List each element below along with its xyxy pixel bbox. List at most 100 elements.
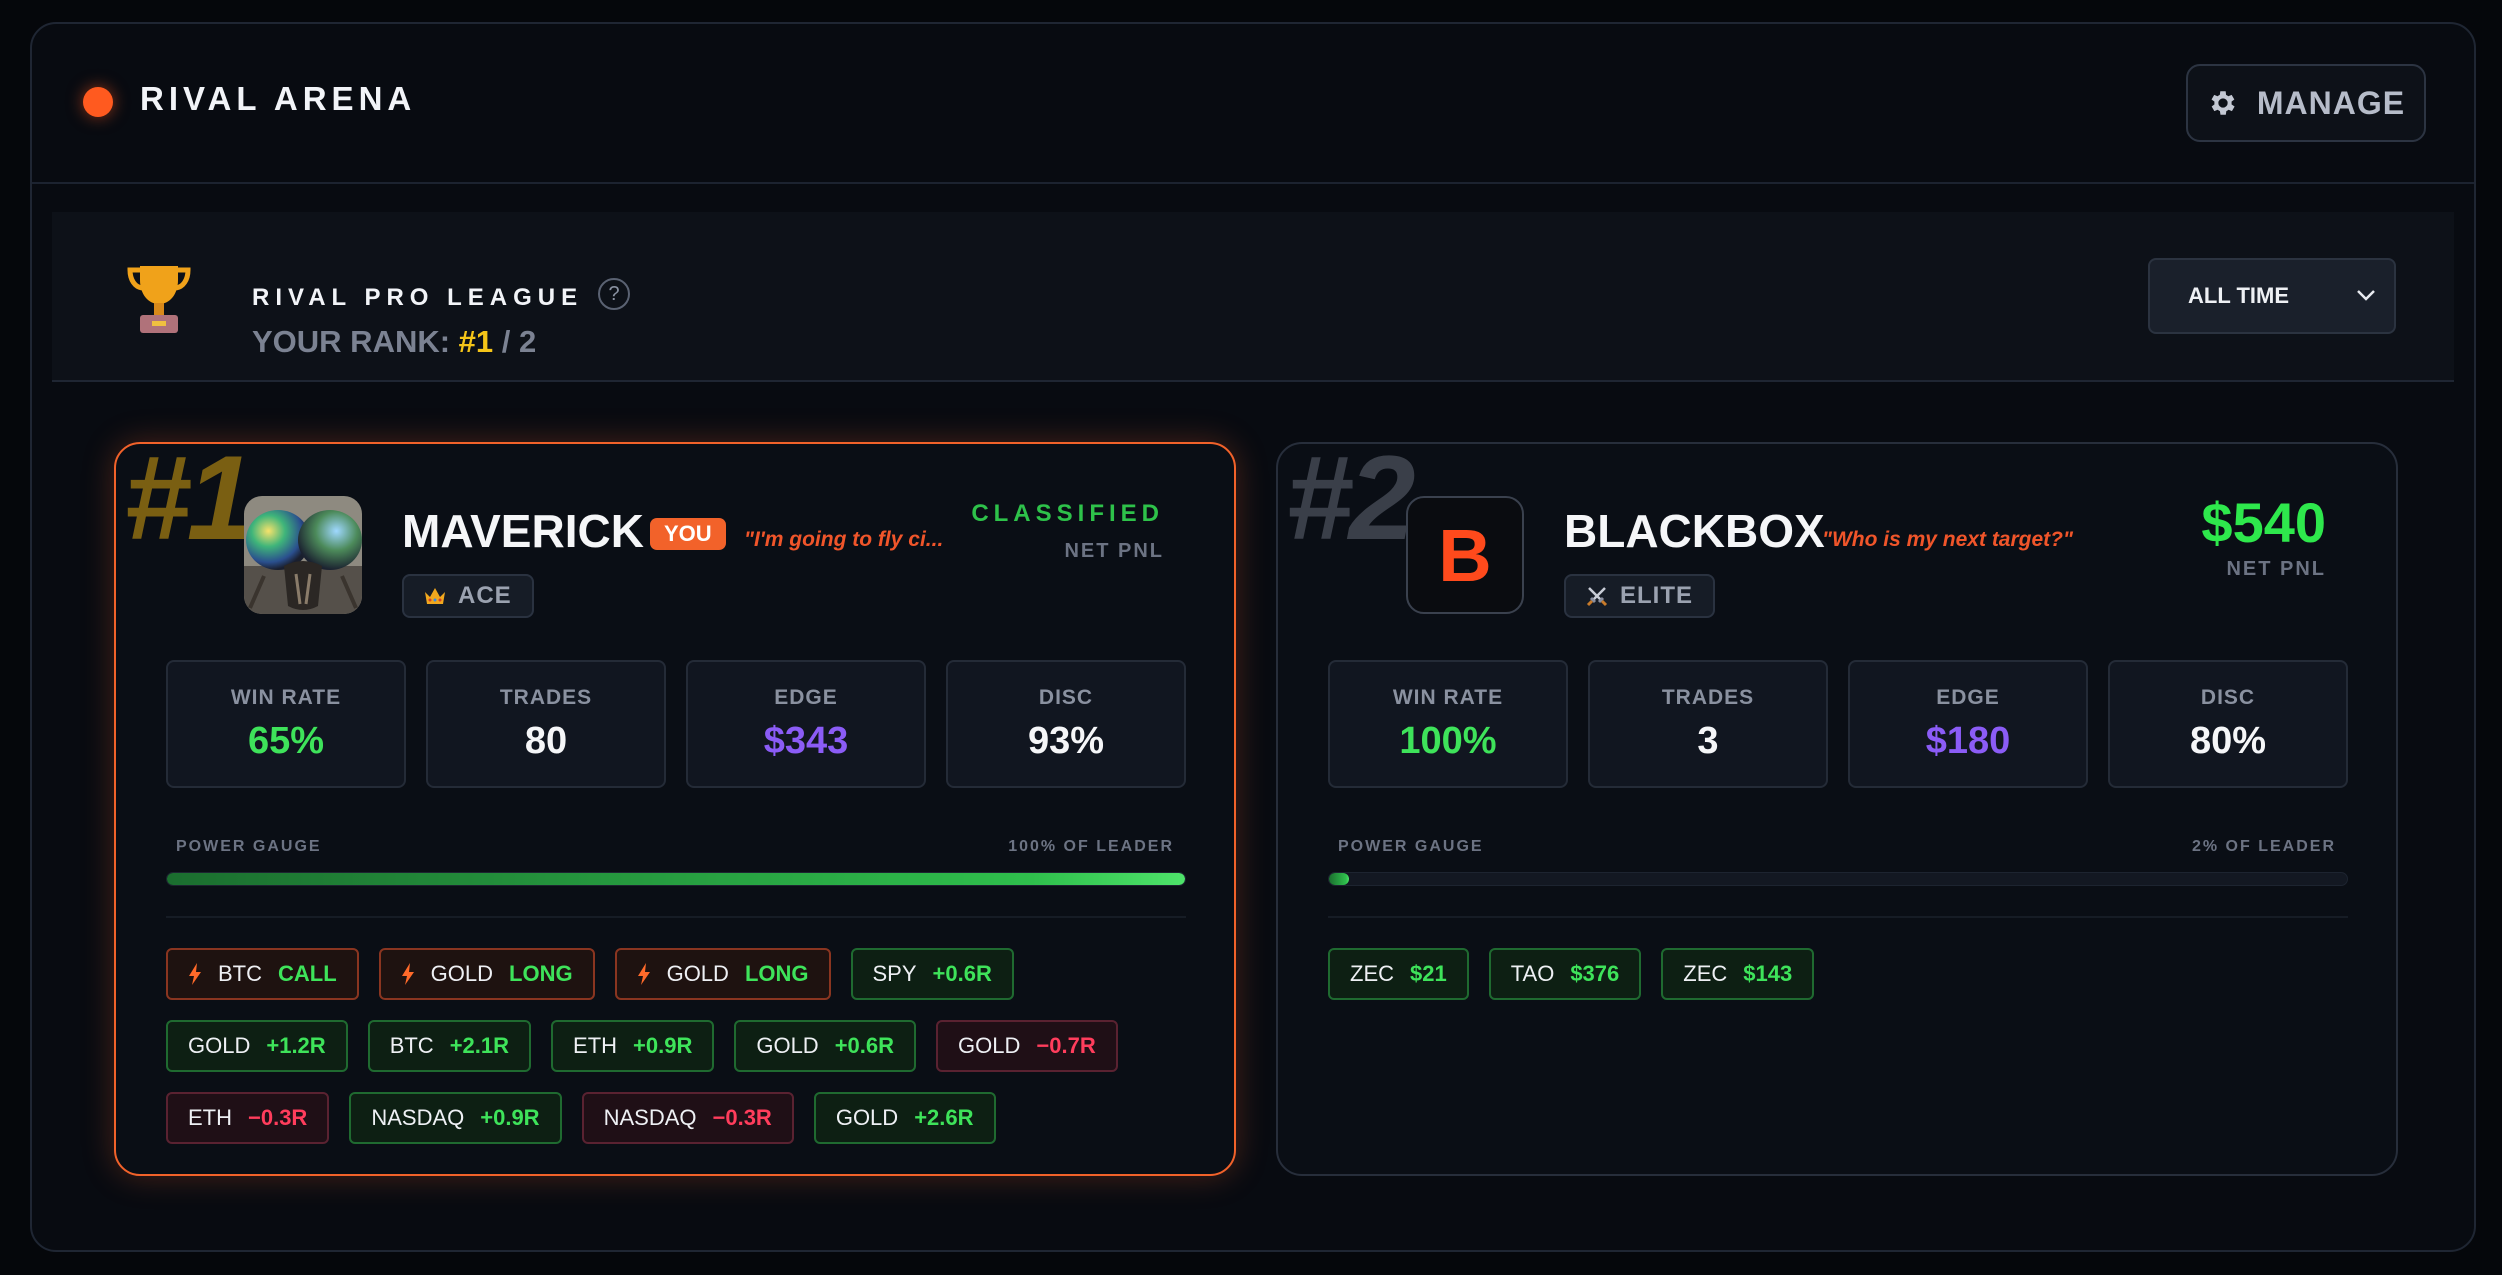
trade-chip[interactable]: GOLD +1.2R (166, 1020, 348, 1072)
chevron-down-icon (2357, 290, 2375, 301)
chip-symbol: GOLD (430, 961, 494, 986)
stat-value: 100% (1399, 720, 1497, 762)
chip-result: $376 (1570, 961, 1620, 986)
live-position-chip[interactable]: GOLD LONG (378, 948, 595, 1000)
power-gauge-bar (1328, 872, 2348, 886)
chip-symbol: GOLD (756, 1033, 819, 1058)
rival-card-maverick[interactable]: #1 MAVERICK YOU "I'm going to fly ci... (114, 438, 1236, 1176)
live-position-chip[interactable]: GOLD LONG (614, 948, 831, 1000)
app-title: RIVAL ARENA (140, 80, 417, 117)
stat-edge: EDGE $180 (1848, 660, 2088, 788)
fly-avatar-icon (244, 496, 362, 614)
stat-value: $180 (1925, 720, 2011, 762)
stat-label: WIN RATE (230, 686, 342, 709)
chip-result: CALL (278, 961, 337, 986)
stat-value: 3 (1697, 720, 1719, 762)
trade-chip[interactable]: BTC +2.1R (367, 1020, 532, 1072)
trophy-icon (127, 266, 191, 333)
tier-label: ACE (458, 582, 512, 609)
chip-symbol: ETH (573, 1033, 618, 1058)
stat-label: EDGE (774, 686, 838, 709)
chip-symbol: GOLD (188, 1033, 251, 1058)
chip-result: +0.9R (480, 1105, 540, 1130)
lightning-icon (401, 963, 414, 985)
chip-result: +2.1R (449, 1033, 510, 1058)
stat-disc: DISC 80% (2108, 660, 2348, 788)
tier-badge: ELITE (1564, 574, 1716, 618)
lightning-icon (637, 963, 650, 985)
power-gauge-percent: 2% OF LEADER (2191, 838, 2336, 855)
stat-label: EDGE (1936, 686, 2000, 709)
chip-symbol: ETH (188, 1105, 232, 1130)
stat-label: DISC (2200, 686, 2256, 709)
chip-result: +1.2R (266, 1033, 326, 1058)
trade-chip[interactable]: TAO $376 (1488, 948, 1642, 1000)
chip-symbol: GOLD (666, 961, 729, 986)
stats-row: WIN RATE 65% TRADES 80 EDGE $343 DISC 93% (166, 660, 1186, 788)
chip-result: −0.7R (1036, 1033, 1096, 1058)
trade-chip[interactable]: ZEC $21 (1328, 948, 1469, 1000)
stat-win-rate: WIN RATE 65% (166, 660, 406, 788)
stat-value: $343 (763, 720, 849, 762)
trade-chip[interactable]: NASDAQ +0.9R (349, 1092, 562, 1144)
divider (1328, 916, 2348, 918)
trade-chip[interactable]: GOLD +2.6R (813, 1092, 996, 1144)
gear-icon (2211, 91, 2235, 115)
time-filter-value: ALL TIME (2188, 283, 2290, 308)
league-name: RIVAL PRO LEAGUE (252, 284, 584, 311)
stat-disc: DISC 93% (946, 660, 1186, 788)
chip-result: +0.6R (834, 1033, 895, 1058)
net-pnl-value: CLASSIFIED (971, 500, 1164, 527)
trade-chip[interactable]: GOLD −0.7R (936, 1020, 1118, 1072)
crown-icon (425, 588, 445, 604)
chip-result: +0.6R (932, 961, 992, 986)
stat-label: TRADES (1661, 686, 1755, 709)
arena-window: RIVAL ARENA MANAGE RIVAL PRO LEAGUE ? YO… (30, 22, 2476, 1252)
chip-symbol: ZEC (1350, 961, 1394, 986)
stat-win-rate: WIN RATE 100% (1328, 660, 1568, 788)
chip-result: −0.3R (712, 1105, 772, 1130)
net-pnl-label: NET PNL (1064, 540, 1164, 562)
net-pnl-value: $540 (2201, 491, 2326, 554)
trader-quote: "I'm going to fly ci... (744, 528, 944, 551)
stat-label: DISC (1038, 686, 1094, 709)
power-gauge-label: POWER GAUGE (176, 838, 322, 855)
chip-result: −0.3R (248, 1105, 308, 1130)
tier-badge: ACE (402, 574, 534, 618)
lightning-icon (189, 963, 201, 985)
stat-trades: TRADES 80 (426, 660, 666, 788)
trade-chip[interactable]: ETH +0.9R (551, 1020, 715, 1072)
stat-edge: EDGE $343 (686, 660, 926, 788)
power-gauge-percent: 100% OF LEADER (1008, 838, 1174, 855)
stat-label: TRADES (499, 686, 593, 709)
chip-symbol: BTC (218, 961, 262, 986)
live-position-chip[interactable]: BTC CALL (166, 948, 359, 1000)
your-rank: YOUR RANK: #1 / 2 (252, 324, 536, 360)
trade-chip[interactable]: GOLD +0.6R (734, 1020, 917, 1072)
rank-prefix: YOUR RANK: (252, 324, 459, 359)
chip-result: $143 (1743, 961, 1793, 986)
trade-chip[interactable]: ETH −0.3R (166, 1092, 330, 1144)
trade-chip[interactable]: ZEC $143 (1661, 948, 1815, 1000)
stat-value: 80% (2189, 720, 2267, 762)
time-filter-select[interactable]: ALL TIME (2148, 258, 2396, 334)
trade-chip[interactable]: SPY +0.6R (850, 948, 1014, 1000)
chip-symbol: GOLD (835, 1105, 899, 1130)
chip-result: +0.9R (633, 1033, 693, 1058)
rank-total: / 2 (493, 324, 537, 359)
divider (166, 916, 1186, 918)
status-dot-icon (83, 87, 113, 117)
trader-name: MAVERICK (402, 505, 644, 557)
rival-card-blackbox[interactable]: #2 B BLACKBOX "Who is my next target?" E… (1276, 438, 2398, 1176)
help-icon[interactable]: ? (598, 278, 630, 310)
chip-symbol: NASDAQ (603, 1105, 697, 1130)
trader-name: BLACKBOX (1564, 505, 1825, 557)
manage-button[interactable]: MANAGE (2186, 64, 2426, 142)
power-gauge-label: POWER GAUGE (1338, 838, 1484, 855)
trade-chip[interactable]: NASDAQ −0.3R (581, 1092, 794, 1144)
chip-result: LONG (509, 961, 573, 986)
chip-symbol: TAO (1510, 961, 1555, 986)
trader-quote: "Who is my next target?" (1822, 528, 2073, 551)
chip-symbol: SPY (872, 961, 917, 986)
rank-number: #2 (1286, 431, 1415, 565)
